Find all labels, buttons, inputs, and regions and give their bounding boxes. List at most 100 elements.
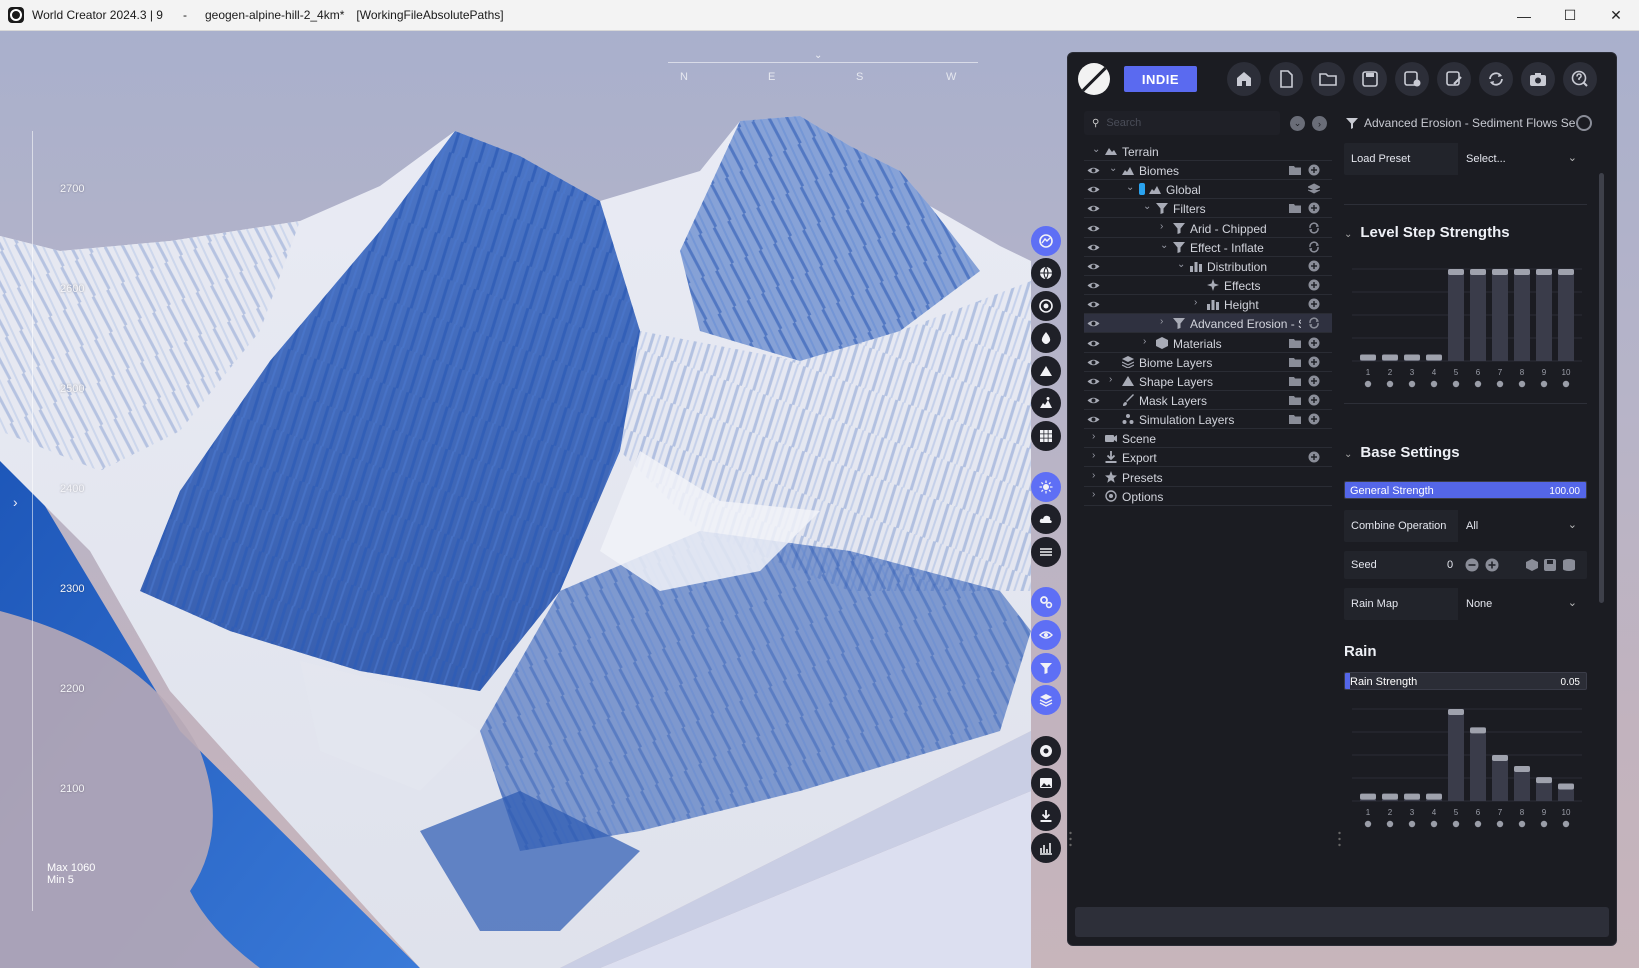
properties-help-icon[interactable] <box>1576 115 1592 131</box>
expand-left-arrow-icon[interactable]: › <box>13 494 18 510</box>
level-step-eye-icon[interactable] <box>1496 380 1504 388</box>
resize-handle-icon[interactable] <box>1338 831 1341 847</box>
level-step-eye-icon[interactable] <box>1408 380 1416 388</box>
cloud-tool-button[interactable] <box>1031 504 1061 534</box>
rain-step-eye-icon[interactable] <box>1408 820 1416 828</box>
visibility-eye-icon[interactable] <box>1087 202 1100 215</box>
rain-bar[interactable] <box>1470 727 1486 801</box>
rain-bar-handle[interactable] <box>1492 755 1508 761</box>
properties-scrollbar[interactable] <box>1599 173 1604 603</box>
rain-step-eye-icon[interactable] <box>1562 820 1570 828</box>
minus-icon[interactable] <box>1465 558 1479 572</box>
rain-bar-handle[interactable] <box>1514 766 1530 773</box>
rain-step-eye-icon[interactable] <box>1518 820 1526 828</box>
plus-icon[interactable] <box>1308 164 1320 176</box>
plus-icon[interactable] <box>1308 356 1320 368</box>
rain-step-eye-icon[interactable] <box>1364 820 1372 828</box>
level-step-eye-icon[interactable] <box>1540 380 1548 388</box>
plus-icon[interactable] <box>1485 558 1499 572</box>
chevron-right-icon[interactable]: › <box>1092 450 1095 461</box>
home-button[interactable] <box>1227 62 1261 96</box>
visibility-eye-icon[interactable] <box>1087 260 1100 273</box>
level-step-header[interactable]: ⌄ Level Step Strengths <box>1344 224 1510 241</box>
visibility-eye-icon[interactable] <box>1087 241 1100 254</box>
level-bar-handle[interactable] <box>1536 269 1552 275</box>
tree-item-biome-layers[interactable]: Biome Layers <box>1084 353 1332 372</box>
plus-icon[interactable] <box>1308 260 1320 272</box>
minimize-button[interactable]: — <box>1501 0 1547 31</box>
level-bar-handle[interactable] <box>1448 269 1464 275</box>
folder-icon[interactable] <box>1289 375 1301 387</box>
chevron-right-icon[interactable]: › <box>1160 316 1163 327</box>
new-file-button[interactable] <box>1269 62 1303 96</box>
chevron-right-icon[interactable]: › <box>1109 374 1112 385</box>
expand-all-button[interactable]: › <box>1312 116 1327 131</box>
terrain-globe-tool-button[interactable] <box>1031 226 1061 256</box>
seed-value[interactable]: 0 <box>1447 559 1453 571</box>
chevron-down-icon[interactable]: ⌄ <box>1109 163 1117 174</box>
biome-color-swatch[interactable] <box>1139 183 1145 196</box>
random-dice-icon[interactable] <box>1525 558 1539 572</box>
rain-step-chart[interactable]: 1 2 3 4 5 6 7 8 9 10 <box>1352 701 1588 831</box>
rain-bar-handle[interactable] <box>1404 793 1420 800</box>
folder-icon[interactable] <box>1289 356 1301 368</box>
water-drop-tool-button[interactable] <box>1031 323 1061 353</box>
resize-handle-icon[interactable] <box>1069 831 1072 847</box>
tree-item-export[interactable]: › Export <box>1084 448 1332 468</box>
level-step-eye-icon[interactable] <box>1474 380 1482 388</box>
chevron-right-icon[interactable]: › <box>1143 336 1146 347</box>
chevron-down-icon[interactable]: ⌄ <box>1177 259 1185 270</box>
visibility-eye-icon[interactable] <box>1087 337 1100 350</box>
sun-tool-button[interactable] <box>1031 472 1061 502</box>
sync-button[interactable] <box>1479 62 1513 96</box>
tree-item-materials[interactable]: › Materials <box>1084 334 1332 353</box>
rain-step-eye-icon[interactable] <box>1452 820 1460 828</box>
level-step-eye-icon[interactable] <box>1452 380 1460 388</box>
tree-item-scene[interactable]: › Scene <box>1084 429 1332 449</box>
tree-item-mask-layers[interactable]: Mask Layers <box>1084 391 1332 410</box>
level-bar[interactable] <box>1492 269 1508 361</box>
level-bar-handle[interactable] <box>1558 269 1574 275</box>
rain-bar-handle[interactable] <box>1470 727 1486 734</box>
compass-tool-button[interactable] <box>1031 291 1061 321</box>
tree-item-filters[interactable]: ⌄ Filters <box>1084 199 1332 219</box>
search-input[interactable] <box>1106 117 1267 129</box>
folder-icon[interactable] <box>1289 164 1301 176</box>
tree-item-effect-inflate[interactable]: ⌄ Effect - Inflate <box>1084 238 1332 257</box>
rain-bar-handle[interactable] <box>1448 709 1464 715</box>
rain-step-eye-icon[interactable] <box>1540 820 1548 828</box>
visibility-eye-icon[interactable] <box>1087 375 1100 388</box>
plus-icon[interactable] <box>1308 394 1320 406</box>
tree-item-distribution[interactable]: ⌄ Distribution <box>1084 257 1332 276</box>
save-button[interactable] <box>1353 62 1387 96</box>
tree-item-global[interactable]: ⌄ Global <box>1084 180 1332 200</box>
chevron-right-icon[interactable]: › <box>1160 221 1163 232</box>
level-bar[interactable] <box>1470 269 1486 361</box>
level-bar[interactable] <box>1514 269 1530 361</box>
level-bar-handle[interactable] <box>1426 354 1442 361</box>
mountain-tool-button[interactable] <box>1031 356 1061 386</box>
edit-button[interactable] <box>1437 62 1471 96</box>
rain-bar-handle[interactable] <box>1558 783 1574 790</box>
folder-icon[interactable] <box>1289 202 1301 214</box>
level-bar-handle[interactable] <box>1470 269 1486 275</box>
folder-icon[interactable] <box>1289 413 1301 425</box>
image-tool-button[interactable] <box>1031 768 1061 798</box>
level-bar-handle[interactable] <box>1404 354 1420 361</box>
rain-header[interactable]: Rain <box>1344 643 1377 660</box>
visibility-eye-icon[interactable] <box>1087 164 1100 177</box>
folder-icon[interactable] <box>1289 337 1301 349</box>
camera-button[interactable] <box>1521 62 1555 96</box>
plus-icon[interactable] <box>1308 375 1320 387</box>
rain-step-eye-icon[interactable] <box>1474 820 1482 828</box>
download-tool-button[interactable] <box>1031 801 1061 831</box>
visibility-eye-icon[interactable] <box>1087 394 1100 407</box>
rain-bar-handle[interactable] <box>1382 793 1398 800</box>
rain-bar-handle[interactable] <box>1360 793 1376 800</box>
visibility-eye-icon[interactable] <box>1087 356 1100 369</box>
chevron-right-icon[interactable]: › <box>1194 297 1197 308</box>
settings-tool-button[interactable] <box>1031 587 1061 617</box>
plus-icon[interactable] <box>1308 298 1320 310</box>
chevron-down-icon[interactable]: ⌄ <box>1126 182 1134 193</box>
visibility-eye-icon[interactable] <box>1087 413 1100 426</box>
